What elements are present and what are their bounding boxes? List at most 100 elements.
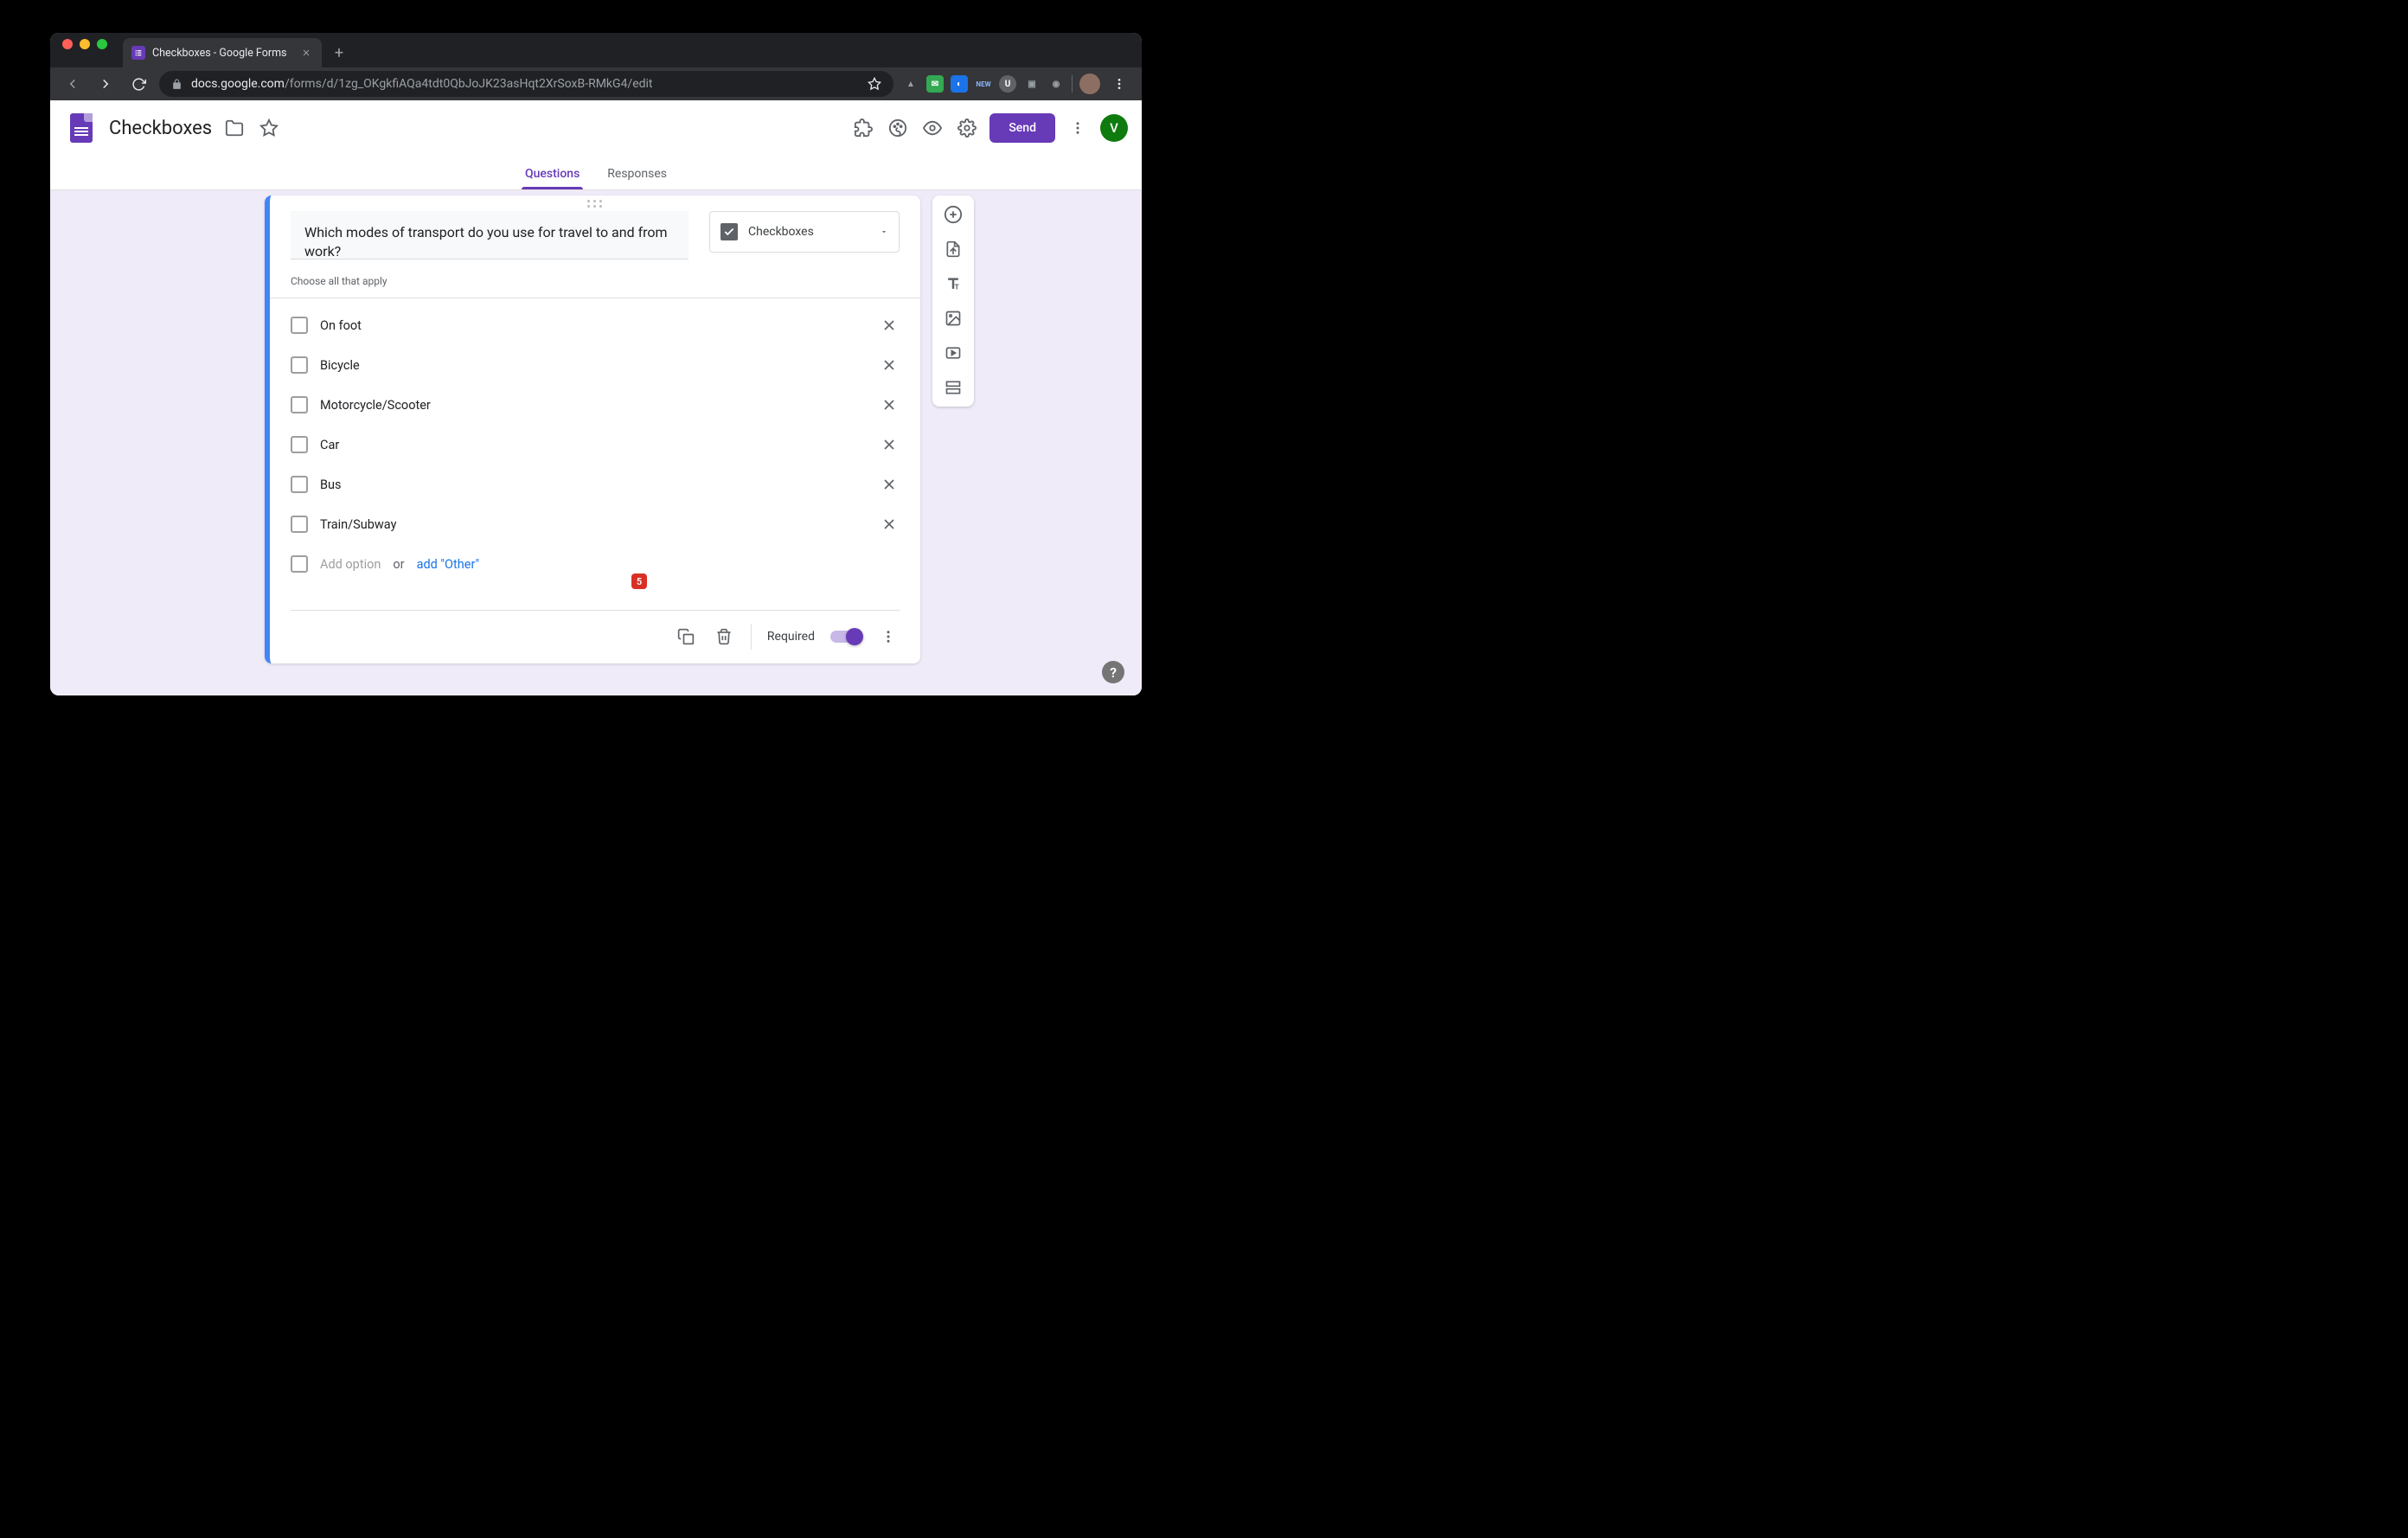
import-questions-button[interactable]	[941, 237, 965, 261]
delete-button[interactable]	[713, 625, 735, 648]
option-row: Motorcycle/Scooter	[291, 385, 900, 425]
or-label: or	[393, 557, 404, 572]
add-image-button[interactable]	[941, 306, 965, 330]
browser-profile-avatar[interactable]	[1079, 74, 1100, 94]
add-option-input[interactable]: Add option	[320, 557, 381, 572]
user-avatar[interactable]: V	[1100, 114, 1128, 142]
option-label[interactable]: Bicycle	[320, 358, 867, 373]
browser-window: Checkboxes - Google Forms + docs.google.…	[50, 33, 1142, 695]
ext-u-icon[interactable]: U	[999, 75, 1016, 93]
tab-responses[interactable]: Responses	[604, 167, 670, 189]
ext-circle-icon[interactable]: ◐	[951, 75, 968, 93]
divider	[751, 624, 752, 650]
question-footer: Required	[291, 610, 900, 653]
checkbox-icon	[291, 317, 308, 334]
window-controls	[61, 33, 107, 67]
remove-option-button[interactable]	[879, 434, 900, 455]
svg-text:T: T	[955, 284, 959, 292]
question-text-input[interactable]	[291, 211, 688, 260]
required-label: Required	[767, 630, 815, 644]
bookmark-star-icon[interactable]	[868, 77, 881, 91]
remove-option-button[interactable]	[879, 474, 900, 495]
move-to-folder-button[interactable]	[222, 116, 247, 140]
back-button[interactable]	[61, 72, 85, 96]
browser-tab-title: Checkboxes - Google Forms	[152, 47, 292, 60]
option-row: On foot	[291, 305, 900, 345]
url-input[interactable]: docs.google.com/forms/d/1zg_OKgkfiAQa4td…	[159, 71, 893, 97]
chevron-down-icon	[880, 227, 888, 236]
question-card[interactable]: Checkboxes Choose all that apply On foot…	[265, 195, 920, 663]
tab-close-button[interactable]	[299, 46, 313, 60]
duplicate-button[interactable]	[675, 625, 697, 648]
browser-tab-active[interactable]: Checkboxes - Google Forms	[123, 38, 322, 67]
ext-new-icon[interactable]: NEW	[975, 75, 992, 93]
help-button[interactable]: ?	[1102, 661, 1124, 683]
option-row: Bicycle	[291, 345, 900, 385]
options-list: On foot Bicycle Motorcycle/Scooter Car	[270, 298, 920, 584]
forms-logo-icon[interactable]	[64, 111, 99, 145]
option-label[interactable]: Car	[320, 438, 867, 452]
ext-record-icon[interactable]: ◉	[1047, 75, 1065, 93]
more-button[interactable]	[1066, 116, 1090, 140]
notification-badge: 5	[631, 574, 647, 589]
window-close-button[interactable]	[62, 39, 73, 49]
drag-handle-icon[interactable]	[270, 195, 920, 211]
checkbox-icon	[291, 436, 308, 453]
question-type-select[interactable]: Checkboxes	[709, 211, 900, 253]
option-label[interactable]: On foot	[320, 318, 867, 333]
remove-option-button[interactable]	[879, 355, 900, 375]
checkbox-icon	[291, 356, 308, 374]
checkbox-icon	[291, 476, 308, 493]
tab-questions[interactable]: Questions	[522, 167, 583, 189]
checkbox-icon	[291, 516, 308, 533]
ext-mail-icon[interactable]: ✉	[926, 75, 944, 93]
app-header: Checkboxes Send V	[50, 100, 1142, 156]
settings-button[interactable]	[955, 116, 979, 140]
browser-address-bar: docs.google.com/forms/d/1zg_OKgkfiAQa4td…	[50, 67, 1142, 100]
remove-option-button[interactable]	[879, 514, 900, 535]
option-row: Car	[291, 425, 900, 465]
checkbox-icon	[291, 396, 308, 413]
add-video-button[interactable]	[941, 341, 965, 365]
window-minimize-button[interactable]	[80, 39, 90, 49]
add-title-button[interactable]: T	[941, 272, 965, 296]
checkbox-type-icon	[720, 223, 738, 240]
preview-button[interactable]	[920, 116, 945, 140]
addons-button[interactable]	[851, 116, 875, 140]
option-label[interactable]: Bus	[320, 477, 867, 492]
add-other-button[interactable]: add "Other"	[417, 557, 480, 572]
side-toolbar: T	[932, 195, 974, 407]
form-nav-tabs: Questions Responses	[50, 156, 1142, 190]
add-option-row: Add option or add "Other"	[291, 544, 900, 584]
remove-option-button[interactable]	[879, 394, 900, 415]
question-type-label: Checkboxes	[748, 225, 814, 239]
required-toggle[interactable]	[830, 631, 861, 643]
extension-icons: ▲ ✉ ◐ NEW U ▣ ◉	[902, 72, 1131, 96]
remove-option-button[interactable]	[879, 315, 900, 336]
ext-drive-icon[interactable]: ▲	[902, 75, 919, 93]
new-tab-button[interactable]: +	[327, 41, 351, 65]
option-row: Bus	[291, 465, 900, 504]
reload-button[interactable]	[126, 72, 150, 96]
option-label[interactable]: Motorcycle/Scooter	[320, 398, 867, 413]
browser-titlebar: Checkboxes - Google Forms +	[50, 33, 1142, 67]
send-button[interactable]: Send	[989, 113, 1055, 143]
question-more-button[interactable]	[877, 625, 900, 648]
add-section-button[interactable]	[941, 375, 965, 400]
option-label[interactable]: Train/Subway	[320, 517, 867, 532]
form-canvas: Checkboxes Choose all that apply On foot…	[50, 190, 1142, 695]
add-question-button[interactable]	[941, 202, 965, 227]
checkbox-icon	[291, 555, 308, 573]
url-domain: docs.google.com/forms/d/1zg_OKgkfiAQa4td…	[191, 77, 653, 91]
browser-menu-button[interactable]	[1107, 72, 1131, 96]
forward-button[interactable]	[93, 72, 118, 96]
window-maximize-button[interactable]	[97, 39, 107, 49]
customize-theme-button[interactable]	[886, 116, 910, 140]
forms-favicon-icon	[131, 46, 145, 60]
document-title[interactable]: Checkboxes	[109, 118, 212, 139]
ext-chat-icon[interactable]: ▣	[1023, 75, 1041, 93]
star-button[interactable]	[257, 116, 281, 140]
lock-icon	[171, 79, 183, 90]
option-row: Train/Subway	[291, 504, 900, 544]
question-description[interactable]: Choose all that apply	[270, 272, 920, 298]
